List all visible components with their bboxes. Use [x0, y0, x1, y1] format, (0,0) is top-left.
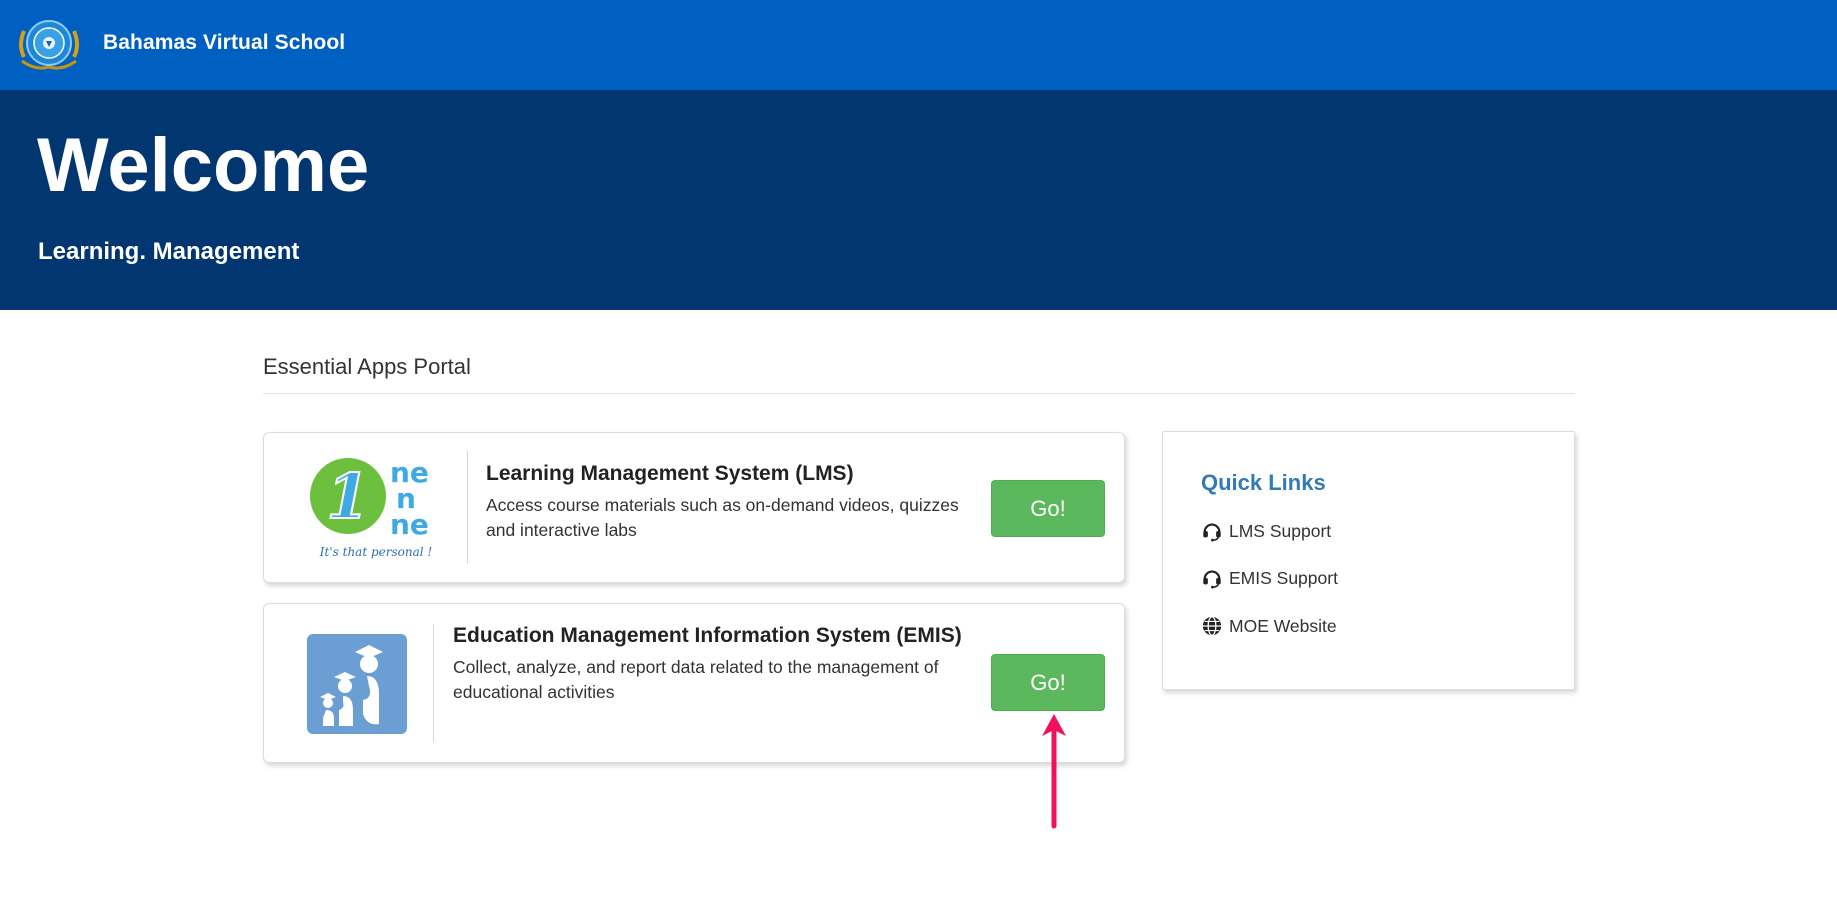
school-crest-icon[interactable] [16, 17, 82, 71]
lms-logo-digit: 1 [326, 460, 369, 533]
lms-logo-tagline: It's that personal ! [319, 545, 433, 559]
lms-title: Learning Management System (LMS) [486, 462, 854, 485]
section-divider [263, 393, 1575, 394]
emis-support-link[interactable]: EMIS Support [1201, 567, 1338, 589]
lms-logo-letters-bottom: ne [390, 508, 429, 541]
lms-description: Access course materials such as on-deman… [486, 495, 959, 540]
moe-website-label: MOE Website [1229, 615, 1337, 636]
emis-title: Education Management Information System … [453, 624, 962, 647]
card-body: Education Management Information System … [453, 623, 973, 705]
globe-icon [1202, 616, 1222, 636]
hero-subtitle: Learning. Management [38, 238, 300, 265]
card-body: Learning Management System (LMS) Access … [486, 461, 986, 543]
lms-go-button[interactable]: Go! [991, 480, 1105, 537]
emis-go-button[interactable]: Go! [991, 654, 1105, 711]
hero-title: Welcome [37, 123, 370, 208]
card-divider [433, 624, 434, 742]
app-card-emis: Education Management Information System … [263, 603, 1125, 763]
card-divider [467, 451, 468, 564]
welcome-hero: Welcome Learning. Management [0, 90, 1837, 310]
moe-website-link[interactable]: MOE Website [1201, 615, 1337, 637]
app-card-lms: 1 ne n ne It's that personal ! Learning … [263, 432, 1125, 583]
section-title: Essential Apps Portal [263, 354, 471, 379]
lms-support-label: LMS Support [1229, 520, 1332, 541]
emis-description: Collect, analyze, and report data relate… [453, 657, 939, 702]
emis-support-label: EMIS Support [1229, 567, 1338, 588]
school-name[interactable]: Bahamas Virtual School [103, 31, 345, 55]
graduates-logo-icon [307, 634, 407, 734]
lms-support-link[interactable]: LMS Support [1201, 520, 1331, 542]
annotation-arrow-icon [1042, 714, 1066, 829]
onenne-logo-icon: 1 ne n ne It's that personal ! [310, 456, 433, 559]
top-navbar: Bahamas Virtual School [0, 0, 1837, 90]
quick-links-panel: Quick Links LMS Support EMIS Support MOE… [1162, 431, 1575, 690]
quick-links-title: Quick Links [1201, 470, 1326, 495]
headset-icon [1203, 523, 1221, 542]
headset-icon [1203, 570, 1221, 589]
